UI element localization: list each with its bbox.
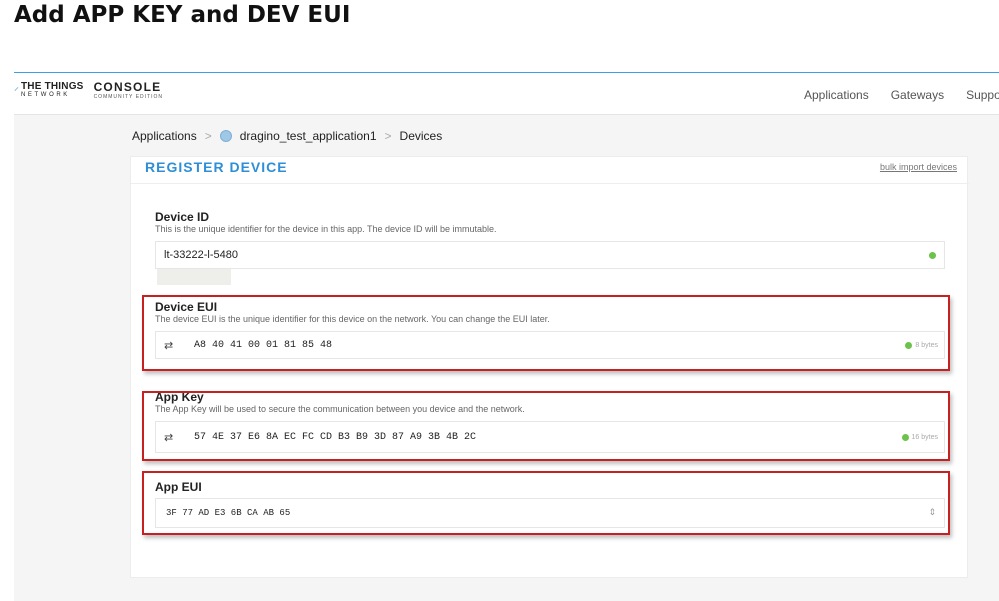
device-id-label: Device ID: [155, 210, 210, 224]
redaction-block: [157, 269, 231, 285]
breadcrumb-applications[interactable]: Applications: [132, 129, 197, 143]
application-icon: [219, 130, 232, 142]
brand-ttn: THE THINGS NETWORK: [21, 82, 84, 100]
device-id-description: This is the unique identifier for the de…: [155, 224, 497, 234]
brand-ttn-line2: NETWORK: [21, 92, 70, 98]
nav-gateways[interactable]: Gateways: [891, 88, 944, 102]
console-screenshot: ⸝ THE THINGS NETWORK CONSOLE COMMUNITY E…: [14, 72, 999, 601]
app-key-highlight: [142, 391, 950, 461]
top-nav: Applications Gateways Suppor: [804, 88, 999, 102]
bulk-import-link[interactable]: bulk import devices: [880, 162, 957, 172]
device-id-input[interactable]: lt-33222-l-5480: [155, 241, 945, 269]
brand-logo[interactable]: ⸝ THE THINGS NETWORK CONSOLE COMMUNITY E…: [14, 80, 163, 102]
brand-console: CONSOLE COMMUNITY EDITION: [93, 80, 163, 102]
top-bar: ⸝ THE THINGS NETWORK CONSOLE COMMUNITY E…: [14, 73, 999, 115]
device-eui-highlight: [142, 295, 950, 371]
brand-console-line2: COMMUNITY EDITION: [93, 94, 163, 100]
brand-ttn-line1: THE THINGS: [21, 81, 84, 92]
nav-applications[interactable]: Applications: [804, 88, 869, 102]
breadcrumb-application[interactable]: dragino_test_application1: [240, 129, 377, 143]
breadcrumb-devices[interactable]: Devices: [400, 129, 443, 143]
ttn-logo-icon: ⸝: [14, 82, 19, 93]
brand-console-line1: CONSOLE: [93, 80, 162, 94]
valid-dot-icon: [929, 251, 936, 259]
breadcrumb-separator: >: [384, 129, 392, 143]
device-id-value: lt-33222-l-5480: [164, 249, 238, 261]
nav-support[interactable]: Suppor: [966, 88, 999, 102]
card-title: REGISTER DEVICE: [145, 159, 288, 175]
breadcrumb-separator: >: [204, 129, 212, 143]
app-eui-highlight: [142, 471, 950, 535]
divider: [131, 183, 969, 184]
breadcrumb: Applications > dragino_test_application1…: [14, 116, 999, 156]
document-heading: Add APP KEY and DEV EUI: [14, 2, 351, 28]
